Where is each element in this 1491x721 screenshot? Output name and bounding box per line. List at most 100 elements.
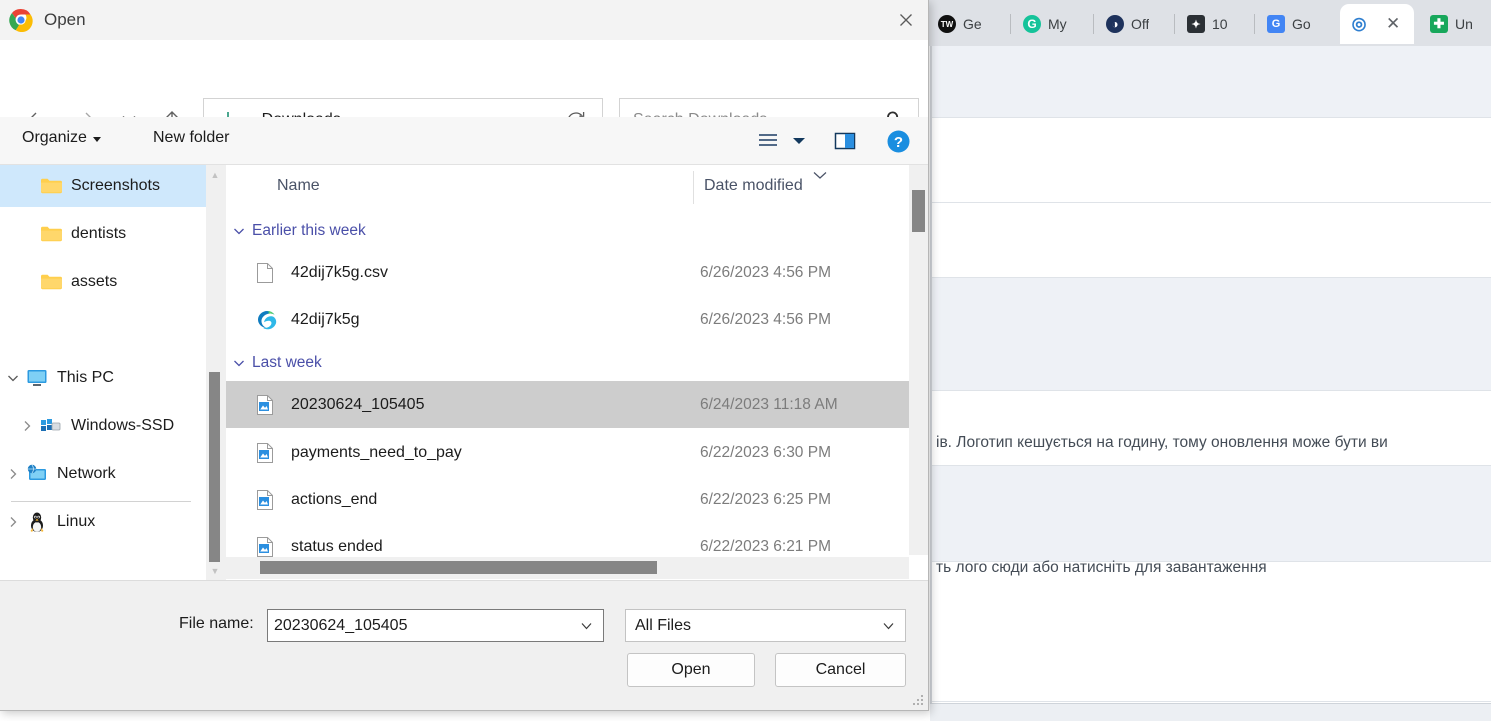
table-row[interactable]: actions_end 6/22/2023 6:25 PM	[226, 476, 909, 523]
close-icon[interactable]: ✕	[1386, 15, 1400, 32]
dialog-sidebar: Screenshots dentists assets This PC Wind…	[0, 165, 206, 580]
sidebar-item-label: Linux	[57, 513, 96, 530]
tw-dark-circle-icon: TW	[938, 15, 956, 33]
mattermost-blue-icon: ◑	[1106, 15, 1124, 33]
cancel-button[interactable]: Cancel	[775, 653, 906, 687]
chevron-down-icon[interactable]	[881, 618, 896, 638]
dialog-command-bar: Organize New folder ?	[0, 117, 928, 165]
chevron-down-icon[interactable]	[226, 356, 252, 370]
file-date-label: 6/26/2023 4:56 PM	[700, 263, 831, 281]
image-file-icon	[256, 536, 278, 558]
background-content-row	[930, 203, 1491, 278]
file-type-value: All Files	[635, 616, 692, 634]
file-group-header-earlier-this-week[interactable]: Earlier this week	[226, 213, 909, 249]
table-row[interactable]: payments_need_to_pay 6/22/2023 6:30 PM	[226, 429, 909, 476]
network-icon	[26, 463, 48, 485]
file-list-horizontal-scrollbar-thumb[interactable]	[260, 561, 657, 574]
table-row[interactable]: 42dij7k5g 6/26/2023 4:56 PM	[226, 296, 909, 343]
open-button[interactable]: Open	[627, 653, 755, 687]
browser-tab-off[interactable]: ◑ Off	[1096, 4, 1189, 44]
organize-button[interactable]: Organize	[22, 129, 101, 147]
dialog-title-bar: Open	[0, 0, 928, 40]
sidebar-item-label: Windows-SSD	[71, 417, 175, 434]
sidebar-item-network[interactable]: Network	[0, 453, 206, 495]
open-file-dialog: Open Search Downloads Organize New folde…	[0, 0, 929, 711]
list-view-icon[interactable]	[755, 127, 781, 155]
resize-grip-icon[interactable]	[912, 694, 925, 707]
dialog-title: Open	[44, 10, 86, 29]
file-date-label: 6/22/2023 6:21 PM	[700, 537, 831, 555]
generic-file-icon	[256, 262, 278, 284]
file-name-label: 42dij7k5g	[291, 310, 360, 328]
chevron-down-icon	[92, 137, 101, 142]
drive-icon	[40, 415, 62, 437]
dialog-footer	[0, 580, 928, 710]
grammarly-green-g-icon: G	[1023, 15, 1041, 33]
background-content-row	[930, 391, 1491, 466]
dark-bird-square-icon: ✦	[1187, 15, 1205, 33]
browser-tab-active[interactable]: ◎	[1340, 4, 1414, 44]
sidebar-item-linux[interactable]: Linux	[0, 501, 206, 543]
folder-icon	[40, 223, 62, 245]
browser-tab-un[interactable]: ✚ Un	[1420, 4, 1491, 44]
new-folder-label: New folder	[153, 129, 230, 146]
chevron-down-icon[interactable]	[790, 127, 808, 155]
browser-tab-label: Un	[1455, 16, 1473, 32]
chevron-down-icon[interactable]	[226, 224, 252, 238]
monitor-icon	[26, 367, 48, 389]
folder-icon	[40, 271, 62, 293]
chevron-right-icon[interactable]	[14, 419, 40, 433]
sidebar-item-windows-ssd[interactable]: Windows-SSD	[0, 405, 206, 447]
background-content-row	[930, 562, 1491, 702]
file-name-input[interactable]	[274, 616, 554, 635]
column-header-date-modified[interactable]: Date modified	[704, 177, 803, 195]
chevron-right-icon[interactable]	[0, 515, 26, 529]
column-header-name[interactable]: Name	[277, 177, 320, 195]
table-row[interactable]: 42dij7k5g.csv 6/26/2023 4:56 PM	[226, 249, 909, 296]
help-question-icon[interactable]: ?	[885, 127, 911, 155]
scroll-up-arrow-icon[interactable]: ▲	[206, 166, 224, 184]
sidebar-item-screenshots[interactable]: Screenshots	[0, 165, 206, 207]
preview-pane-icon[interactable]	[832, 127, 858, 155]
browser-tab-label: My	[1048, 16, 1067, 32]
file-name-label: payments_need_to_pay	[291, 443, 462, 461]
folder-icon	[40, 175, 62, 197]
sidebar-item-assets[interactable]: assets	[0, 261, 206, 303]
organize-label: Organize	[22, 129, 87, 146]
file-date-label: 6/22/2023 6:25 PM	[700, 490, 831, 508]
file-date-label: 6/24/2023 11:18 AM	[700, 395, 838, 413]
browser-tab-go[interactable]: G Go	[1257, 4, 1345, 44]
chevron-down-icon[interactable]	[579, 618, 594, 638]
edge-browser-icon	[256, 309, 278, 331]
file-name-label: status ended	[291, 537, 383, 555]
file-group-label: Earlier this week	[252, 222, 366, 239]
close-icon[interactable]	[883, 0, 928, 40]
scroll-down-arrow-icon[interactable]: ▼	[206, 562, 224, 580]
file-list-vertical-scrollbar-thumb[interactable]	[912, 190, 925, 232]
file-list-corner	[909, 555, 928, 580]
file-name-combobox[interactable]	[267, 609, 604, 642]
background-paragraph-upload-hint: ть лого сюди або натисніть для завантаже…	[936, 559, 1267, 576]
column-divider[interactable]	[693, 171, 694, 204]
chrome-logo-icon	[9, 8, 33, 33]
file-date-label: 6/26/2023 4:56 PM	[700, 310, 831, 328]
browser-tab-ge[interactable]: TW Ge	[928, 4, 1024, 44]
chevron-right-icon[interactable]	[0, 467, 26, 481]
chevron-down-icon[interactable]	[0, 371, 26, 385]
file-list-column-header: Name Date modified	[226, 165, 909, 207]
sidebar-scrollbar-thumb[interactable]	[209, 372, 220, 562]
sidebar-item-dentists[interactable]: dentists	[0, 213, 206, 255]
google-translate-icon: G	[1267, 15, 1285, 33]
file-type-combobox[interactable]: All Files	[625, 609, 906, 642]
background-content-row	[930, 466, 1491, 562]
file-name-label: 20230624_105405	[291, 395, 425, 413]
file-group-header-last-week[interactable]: Last week	[226, 345, 909, 381]
new-folder-button[interactable]: New folder	[153, 129, 229, 147]
browser-tab-my[interactable]: G My	[1013, 4, 1109, 44]
image-file-icon	[256, 489, 278, 511]
table-row[interactable]: 20230624_105405 6/24/2023 11:18 AM	[226, 381, 909, 428]
browser-tab-10[interactable]: ✦ 10	[1177, 4, 1269, 44]
file-date-label: 6/22/2023 6:30 PM	[700, 443, 831, 461]
sidebar-item-this-pc[interactable]: This PC	[0, 357, 206, 399]
file-name-field-label: File name:	[179, 615, 254, 632]
